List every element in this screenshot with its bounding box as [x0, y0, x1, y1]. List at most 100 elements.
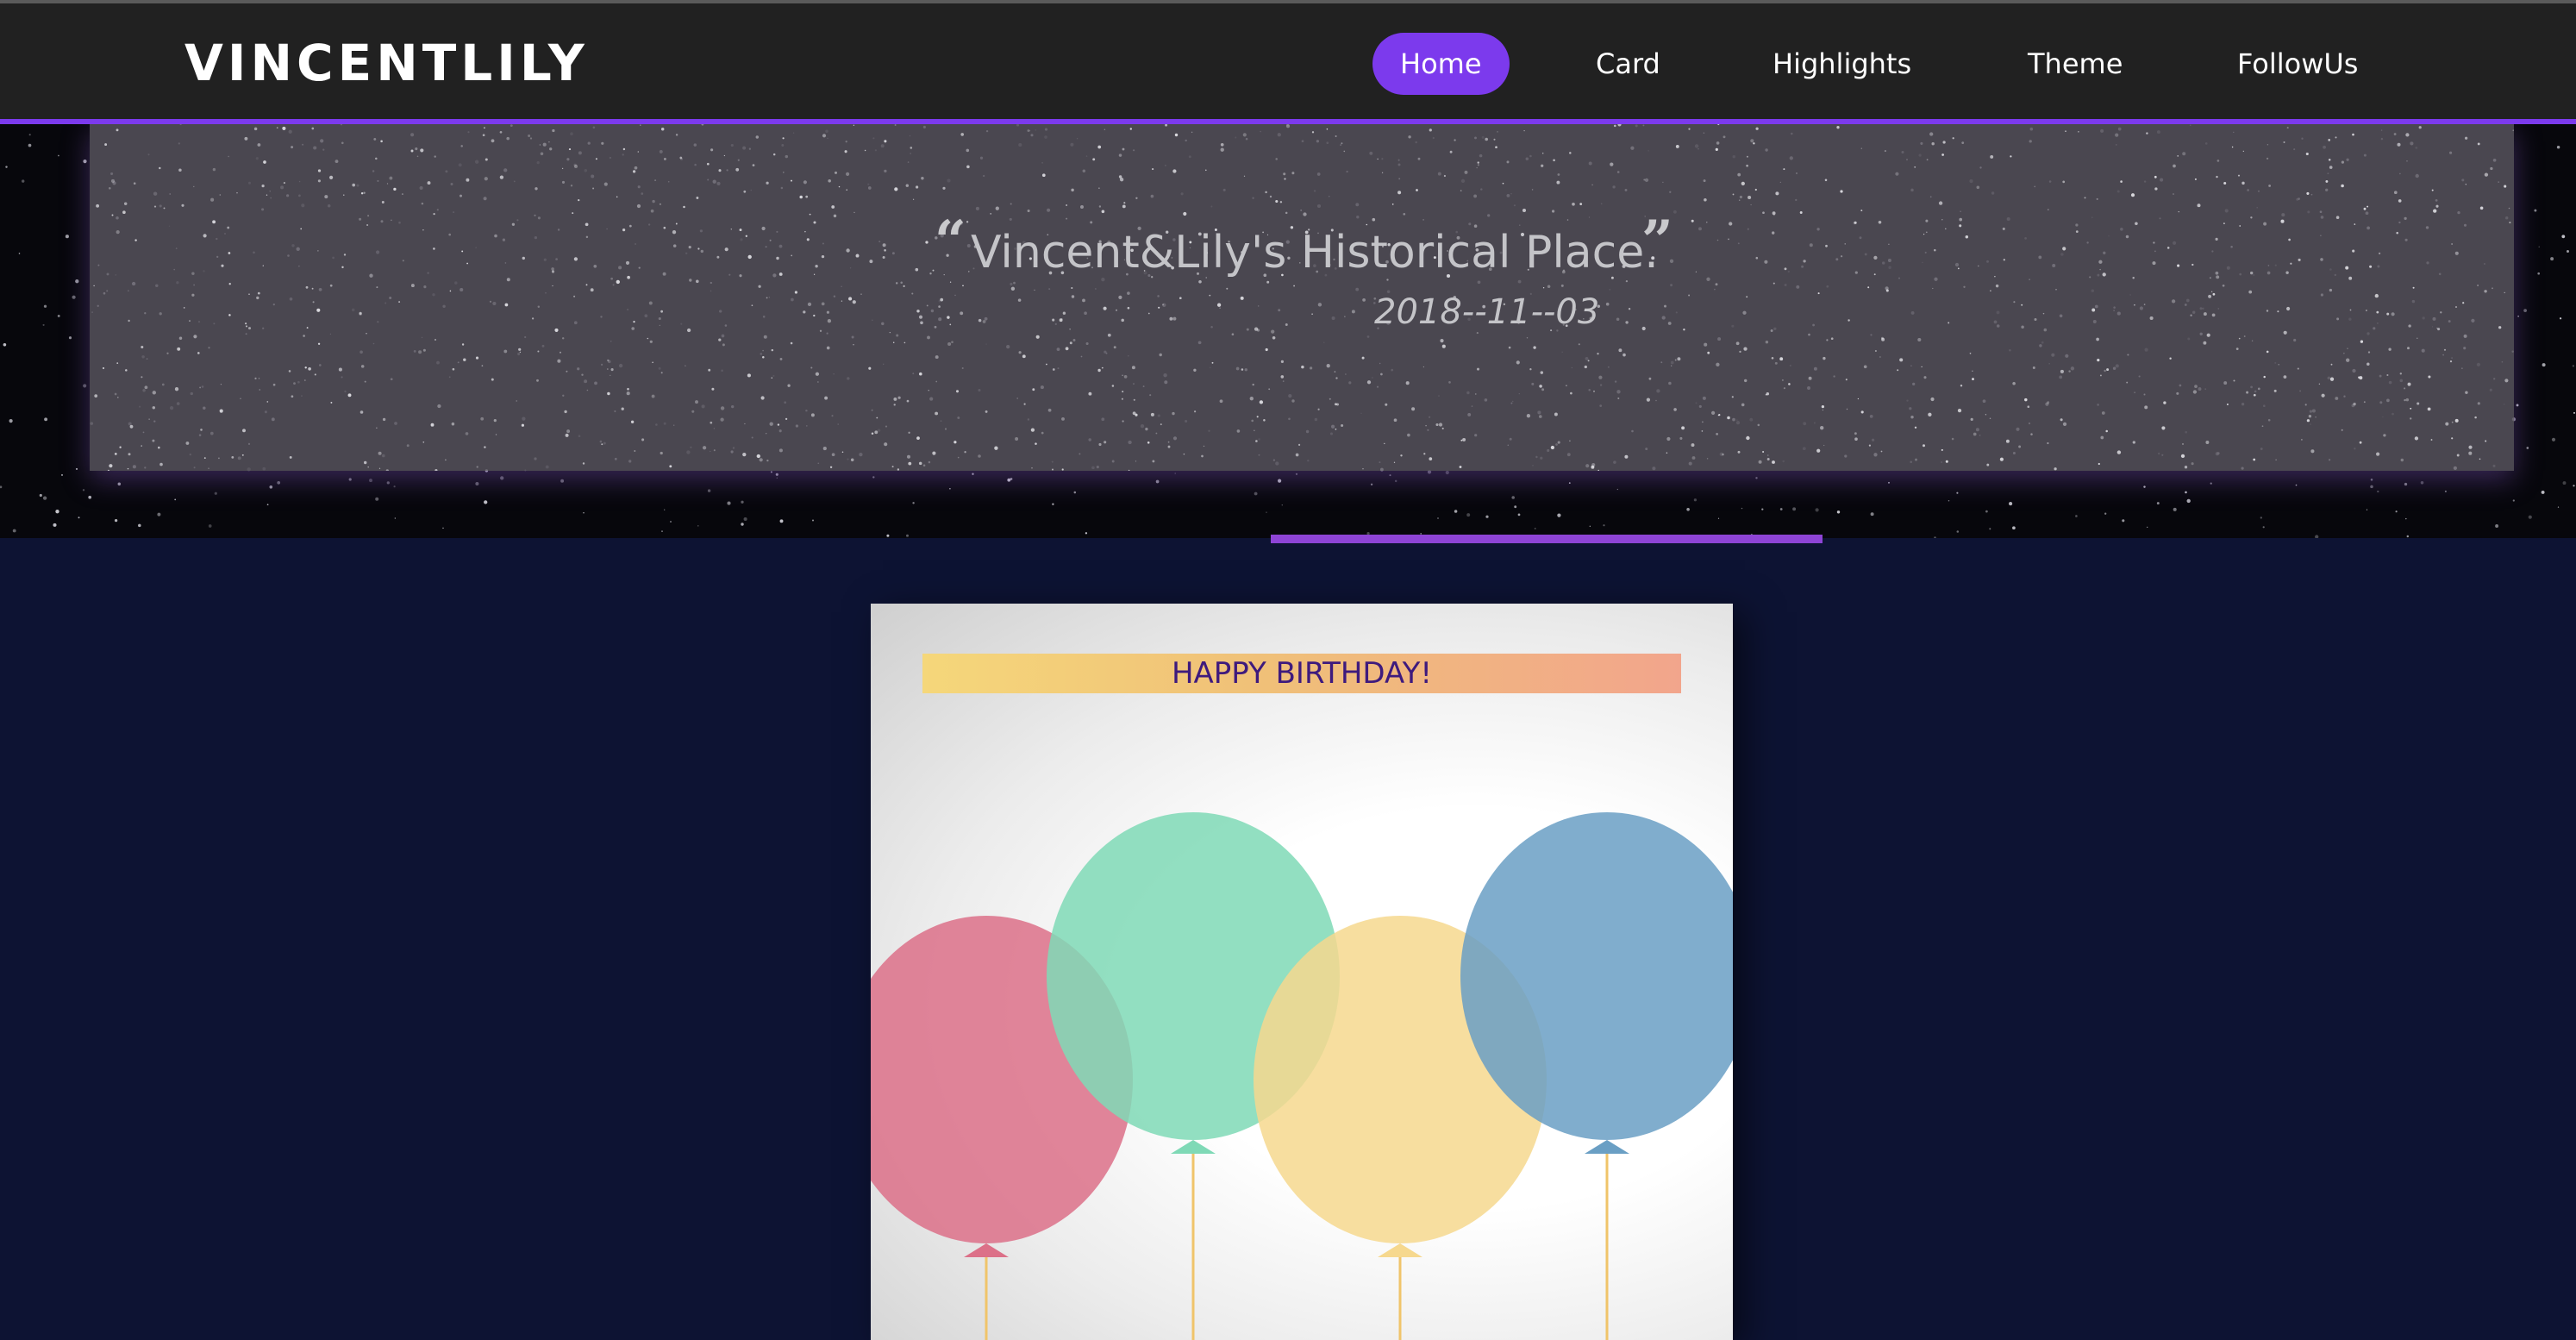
star: [1915, 458, 1917, 461]
star: [660, 310, 663, 313]
star: [1959, 224, 1962, 228]
star: [1389, 474, 1391, 477]
star: [626, 391, 630, 396]
star: [2335, 397, 2339, 400]
star: [938, 305, 941, 308]
star: [382, 417, 386, 422]
star: [1742, 310, 1747, 315]
star: [947, 316, 950, 319]
star: [241, 454, 244, 456]
star: [2078, 131, 2079, 133]
star: [1614, 124, 1616, 128]
nav-theme[interactable]: Theme: [2028, 33, 2123, 95]
star: [1517, 513, 1521, 517]
star: [1552, 210, 1555, 213]
star: [2203, 341, 2207, 345]
star: [1162, 304, 1165, 306]
star: [1755, 127, 1759, 130]
star: [12, 529, 16, 533]
star: [2359, 376, 2363, 380]
star: [1845, 379, 1848, 381]
star: [1209, 294, 1211, 297]
star: [2084, 197, 2086, 199]
star: [460, 145, 463, 147]
nav-card[interactable]: Card: [1596, 33, 1660, 95]
star: [2573, 485, 2575, 487]
brand-logo[interactable]: VINCENTLILY: [184, 33, 589, 93]
star: [1854, 221, 1857, 224]
star: [1149, 394, 1152, 397]
star: [1616, 317, 1620, 322]
nav-highlights[interactable]: Highlights: [1773, 33, 1911, 95]
star: [266, 194, 268, 196]
star: [1335, 135, 1337, 137]
star: [2551, 437, 2556, 441]
star: [662, 272, 666, 276]
star: [1476, 367, 1480, 371]
star: [128, 319, 130, 322]
star: [269, 485, 273, 489]
star: [1023, 403, 1026, 405]
star: [1295, 473, 1298, 475]
star: [2391, 312, 2395, 316]
star: [897, 468, 900, 471]
star: [663, 157, 666, 160]
star: [2223, 222, 2225, 224]
star: [1473, 194, 1478, 198]
star: [1587, 360, 1590, 362]
star: [2490, 166, 2493, 171]
nav-home[interactable]: Home: [1372, 33, 1510, 95]
star: [2397, 142, 2401, 147]
star: [300, 228, 303, 230]
star: [1774, 361, 1778, 365]
star: [2062, 247, 2066, 251]
star: [1326, 364, 1330, 368]
star: [1118, 295, 1122, 300]
star: [900, 281, 903, 284]
star: [1772, 460, 1775, 464]
star: [1775, 191, 1779, 196]
star: [189, 320, 191, 322]
star: [1121, 398, 1123, 400]
star: [2301, 439, 2303, 441]
star: [263, 161, 265, 163]
star: [651, 394, 655, 398]
star: [1506, 160, 1510, 164]
star: [1914, 426, 1917, 429]
hero-quote-panel: “ Vincent&Lily's Historical Place. ” 201…: [90, 124, 2514, 471]
star: [2456, 454, 2460, 457]
star: [499, 175, 504, 179]
star: [561, 180, 566, 184]
hero-quote-text: Vincent&Lily's Historical Place.: [971, 227, 1659, 279]
star: [2184, 466, 2188, 469]
star: [1041, 173, 1046, 178]
star: [375, 497, 379, 501]
star: [2498, 326, 2502, 329]
star: [359, 217, 362, 221]
star: [799, 195, 803, 199]
star: [1101, 366, 1104, 369]
star: [1516, 360, 1520, 365]
star: [1701, 430, 1704, 432]
nav-followus[interactable]: FollowUs: [2237, 33, 2358, 95]
star: [1761, 508, 1764, 510]
star: [1165, 124, 1168, 127]
star: [1454, 510, 1458, 513]
birthday-card[interactable]: HAPPY BIRTHDAY!: [871, 604, 1733, 1340]
star: [57, 314, 60, 317]
star: [506, 278, 510, 282]
star: [1779, 181, 1781, 184]
star: [1860, 147, 1862, 149]
star: [560, 351, 561, 354]
star: [122, 210, 126, 215]
star: [853, 211, 855, 214]
star: [1508, 346, 1511, 349]
star: [1391, 204, 1394, 205]
star: [378, 467, 381, 469]
star: [944, 428, 947, 430]
star: [838, 185, 841, 188]
star: [829, 466, 833, 469]
star: [892, 341, 895, 343]
star: [884, 249, 886, 252]
star: [114, 453, 117, 455]
